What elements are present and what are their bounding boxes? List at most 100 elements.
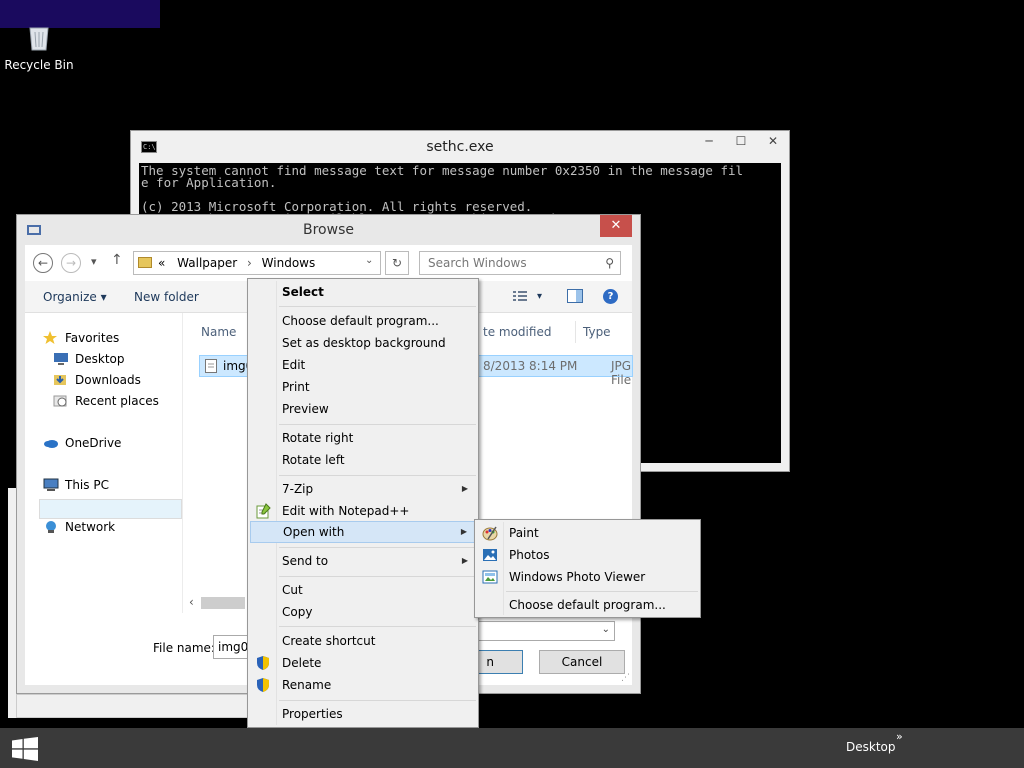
navigation-pane: Favorites Desktop Downloads Recent place… [25, 313, 183, 613]
menu-item-rotate-right[interactable]: Rotate right [250, 427, 476, 449]
menu-item-rename[interactable]: Rename [250, 674, 476, 696]
context-menu: Select Choose default program... Set as … [247, 278, 479, 728]
menu-item-print[interactable]: Print [250, 376, 476, 398]
minimize-button[interactable]: ─ [693, 131, 725, 151]
cancel-button[interactable]: Cancel [539, 650, 625, 674]
search-placeholder: Search Windows [428, 256, 527, 270]
nav-desktop[interactable]: Desktop [53, 352, 125, 366]
menu-item-send-to[interactable]: Send to ▶ [250, 550, 476, 572]
recycle-bin[interactable]: Recycle Bin [4, 26, 74, 72]
star-icon [43, 331, 59, 344]
nav-onedrive[interactable]: OneDrive [43, 436, 121, 450]
menu-item-photos-label: Photos [509, 548, 550, 562]
up-button[interactable]: ↑ [111, 252, 123, 268]
menu-item-choose-default-program[interactable]: Choose default program... [250, 310, 476, 332]
menu-item-open-with[interactable]: Open with ▶ [250, 521, 476, 543]
background-window-edge [16, 694, 248, 718]
back-button[interactable]: ← [33, 253, 53, 273]
menu-item-rotate-left[interactable]: Rotate left [250, 449, 476, 471]
file-date-cell: 8/2013 8:14 PM [483, 359, 578, 373]
maximize-button[interactable]: ☐ [725, 131, 757, 151]
search-icon: ⚲ [605, 256, 614, 270]
downloads-icon [53, 373, 69, 386]
menu-separator [279, 475, 476, 476]
view-dropdown-icon[interactable]: ▾ [537, 291, 542, 302]
nav-favorites[interactable]: Favorites [43, 331, 119, 345]
paint-icon [482, 525, 498, 541]
scrollbar-thumb[interactable] [201, 597, 245, 609]
address-dropdown-icon[interactable]: ⌄ [365, 255, 373, 266]
breadcrumb-wallpaper[interactable]: Wallpaper [177, 256, 237, 270]
menu-separator [279, 626, 476, 627]
column-name[interactable]: Name [201, 325, 236, 339]
new-folder-button[interactable]: New folder [134, 290, 199, 304]
menu-item-set-desktop-background[interactable]: Set as desktop background [250, 332, 476, 354]
menu-separator [279, 576, 476, 577]
recent-locations-button[interactable]: ▾ [91, 255, 97, 268]
recycle-bin-icon [26, 26, 52, 54]
browse-titlebar[interactable]: Browse ✕ [17, 215, 640, 245]
start-button[interactable] [11, 737, 39, 761]
submenu-arrow-icon: ▶ [460, 527, 467, 536]
menu-separator [279, 700, 476, 701]
menu-item-delete[interactable]: Delete [250, 652, 476, 674]
nav-this-pc[interactable]: This PC [43, 478, 109, 492]
nav-recent-places[interactable]: Recent places [53, 394, 159, 408]
menu-item-create-shortcut[interactable]: Create shortcut [250, 630, 476, 652]
menu-item-rename-label: Rename [282, 678, 332, 692]
file-icon [205, 359, 217, 376]
breadcrumb-windows[interactable]: Windows [262, 256, 316, 270]
open-with-submenu: Paint Photos Windows Photo Viewer Choose… [474, 519, 701, 618]
menu-item-paint[interactable]: Paint [477, 522, 698, 544]
menu-separator [279, 306, 476, 307]
breadcrumb-overflow[interactable]: « [158, 256, 165, 270]
console-titlebar[interactable]: C:\ sethc.exe ─ ☐ ✕ [131, 131, 789, 163]
column-type[interactable]: Type [583, 325, 611, 339]
menu-item-choose-default-program-submenu[interactable]: Choose default program... [477, 594, 698, 616]
nav-downloads[interactable]: Downloads [53, 373, 141, 387]
organize-button[interactable]: Organize ▾ [43, 290, 107, 304]
horizontal-scrollbar[interactable]: ‹ [185, 595, 245, 611]
nav-this-pc-label: This PC [65, 478, 109, 492]
preview-pane-icon[interactable] [567, 289, 583, 303]
nav-network-label: Network [65, 520, 116, 534]
menu-item-select[interactable]: Select [250, 281, 476, 303]
menu-item-7zip[interactable]: 7-Zip ▶ [250, 478, 476, 500]
nav-network[interactable]: Network [43, 520, 115, 534]
menu-item-windows-photo-viewer[interactable]: Windows Photo Viewer [477, 566, 698, 588]
cloud-icon [43, 436, 59, 449]
help-icon[interactable]: ? [603, 289, 618, 304]
browse-close-button[interactable]: ✕ [600, 215, 632, 237]
menu-item-paint-label: Paint [509, 526, 539, 540]
menu-item-7zip-label: 7-Zip [282, 482, 314, 496]
forward-button[interactable]: → [61, 253, 81, 273]
menu-item-edit-with-notepadpp[interactable]: Edit with Notepad++ [250, 500, 476, 522]
photos-icon [482, 547, 498, 563]
toolbar-expand-icon[interactable]: » [896, 730, 903, 743]
search-input[interactable]: Search Windows ⚲ [419, 251, 621, 275]
nav-favorites-label: Favorites [65, 331, 120, 345]
refresh-button[interactable]: ↻ [385, 251, 409, 275]
browse-title: Browse [303, 222, 354, 238]
column-date-modified[interactable]: te modified [483, 325, 551, 339]
menu-item-cut[interactable]: Cut [250, 579, 476, 601]
menu-item-copy[interactable]: Copy [250, 601, 476, 623]
view-options-icon[interactable] [512, 289, 528, 303]
file-type-select[interactable]: ⌄ [475, 621, 615, 641]
menu-separator [279, 424, 476, 425]
recent-places-icon [53, 394, 69, 407]
menu-item-send-to-label: Send to [282, 554, 329, 568]
console-close-button[interactable]: ✕ [757, 131, 789, 151]
photo-viewer-icon [482, 569, 498, 585]
menu-item-photos[interactable]: Photos [477, 544, 698, 566]
scroll-left-icon[interactable]: ‹ [189, 595, 194, 609]
menu-item-preview[interactable]: Preview [250, 398, 476, 420]
uac-shield-icon [255, 677, 271, 693]
desktop-toolbar-label[interactable]: Desktop [846, 740, 896, 754]
menu-item-edit[interactable]: Edit [250, 354, 476, 376]
address-bar[interactable]: « Wallpaper › Windows [133, 251, 381, 275]
breadcrumb-separator[interactable]: › [247, 256, 252, 270]
resize-grip-icon[interactable]: ⋰ [621, 673, 630, 683]
nav-downloads-label: Downloads [75, 373, 141, 387]
menu-item-properties[interactable]: Properties [250, 703, 476, 725]
